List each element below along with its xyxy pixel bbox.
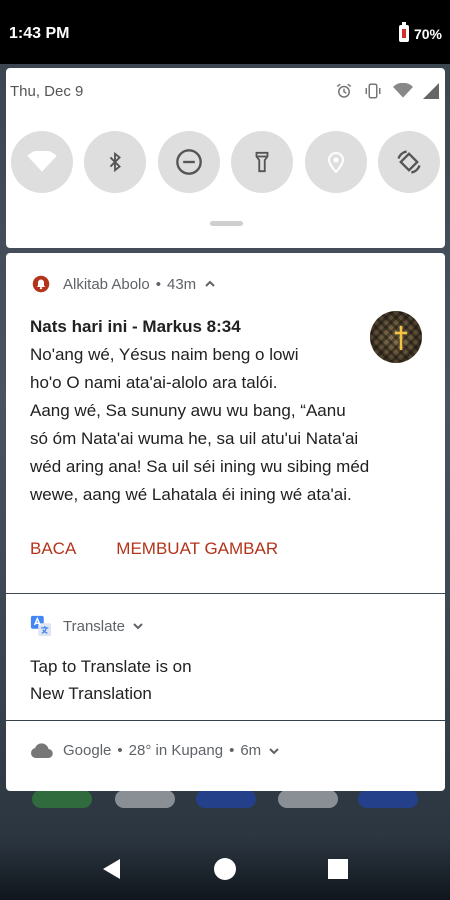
back-icon[interactable]: [100, 857, 124, 881]
notification-body: No'ang wé, Yésus naim beng o lowi ho'o O…: [30, 341, 430, 509]
wifi-icon: [27, 151, 57, 172]
notification-subtitle: New Translation: [30, 684, 152, 703]
tile-flashlight[interactable]: [231, 131, 293, 193]
wallpaper-shape: [358, 790, 418, 808]
clock: 1:43 PM: [9, 25, 70, 42]
notification-title: Nats hari ini - Markus 8:34: [30, 317, 241, 336]
navigation-bar: [0, 835, 450, 900]
notification-header[interactable]: Google • 28° in Kupang • 6m: [30, 742, 280, 759]
app-name: Translate: [63, 617, 125, 635]
notification-header[interactable]: Translate: [30, 615, 144, 637]
notification-time: 6m: [240, 742, 262, 759]
cloud-icon: [30, 742, 53, 758]
make-image-button[interactable]: MEMBUAT GAMBAR: [116, 539, 278, 559]
separator-dot: •: [117, 742, 123, 759]
wifi-icon: [393, 83, 413, 98]
battery-indicator: 70%: [398, 22, 442, 42]
notification-google[interactable]: Google • 28° in Kupang • 6m: [6, 721, 445, 791]
battery-percentage: 70%: [413, 25, 442, 42]
body-line: Aang wé, Sa sununy awu wu bang, “Aanu: [30, 401, 346, 420]
separator-dot: •: [229, 742, 235, 759]
app-name: Alkitab Abolo: [63, 275, 150, 293]
chevron-down-icon[interactable]: [132, 620, 144, 632]
notification-title: Tap to Translate is on: [30, 657, 192, 676]
tile-wifi[interactable]: [11, 131, 73, 193]
chevron-down-icon[interactable]: [268, 745, 280, 757]
body-line: wéd aring ana! Sa uil séi ining wu sibin…: [30, 457, 370, 476]
weather-info: 28° in Kupang: [128, 742, 224, 759]
wallpaper-shape: [196, 790, 256, 808]
separator-dot: •: [155, 275, 161, 293]
tile-auto-rotate[interactable]: [378, 131, 440, 193]
notification-translate[interactable]: Translate Tap to Translate is on New Tra…: [6, 594, 445, 720]
wallpaper-shape: [278, 790, 338, 808]
battery-icon: [398, 22, 409, 42]
body-line: wewe, aang wé Lahatala éi ining wé ata'a…: [30, 485, 352, 504]
notification-thumbnail: [370, 311, 422, 363]
notification-header[interactable]: Alkitab Abolo • 43m: [32, 275, 216, 293]
tile-location[interactable]: [305, 131, 367, 193]
alarm-icon: [336, 83, 352, 98]
chevron-up-icon[interactable]: [204, 278, 216, 290]
quick-settings-date[interactable]: Thu, Dec 9: [10, 83, 83, 100]
app-name: Google: [63, 742, 112, 759]
tile-do-not-disturb[interactable]: [158, 131, 220, 193]
bluetooth-icon: [109, 151, 121, 173]
bell-icon: [32, 275, 50, 293]
vibrate-icon: [365, 83, 381, 99]
wallpaper-shape: [115, 790, 175, 808]
location-icon: [327, 152, 345, 174]
quick-settings-status-icons: [335, 82, 439, 100]
recents-icon[interactable]: [326, 857, 350, 881]
flashlight-icon: [255, 151, 269, 173]
quick-settings-panel: Thu, Dec 9: [6, 68, 445, 248]
read-button[interactable]: BACA: [30, 539, 76, 559]
translate-icon: [30, 615, 52, 637]
do-not-disturb-icon: [176, 149, 202, 175]
body-line: só óm Nata'ai wuma he, sa uil atu'ui Nat…: [30, 429, 359, 448]
home-icon[interactable]: [213, 857, 237, 881]
auto-rotate-icon: [397, 150, 421, 174]
quick-settings-drag-handle[interactable]: [210, 221, 243, 226]
notification-time: 43m: [167, 275, 197, 293]
cross-icon: [395, 326, 407, 350]
wallpaper-shape: [32, 790, 92, 808]
notification-actions: BACA MEMBUAT GAMBAR: [30, 539, 278, 559]
status-bar: 1:43 PM 70%: [0, 0, 450, 64]
signal-icon: [423, 83, 439, 99]
body-line: ho'o O nami ata'ai-alolo ara talói.: [30, 373, 278, 392]
notification-alkitab[interactable]: Alkitab Abolo • 43m Nats hari ini - Mark…: [6, 253, 445, 593]
tile-bluetooth[interactable]: [84, 131, 146, 193]
